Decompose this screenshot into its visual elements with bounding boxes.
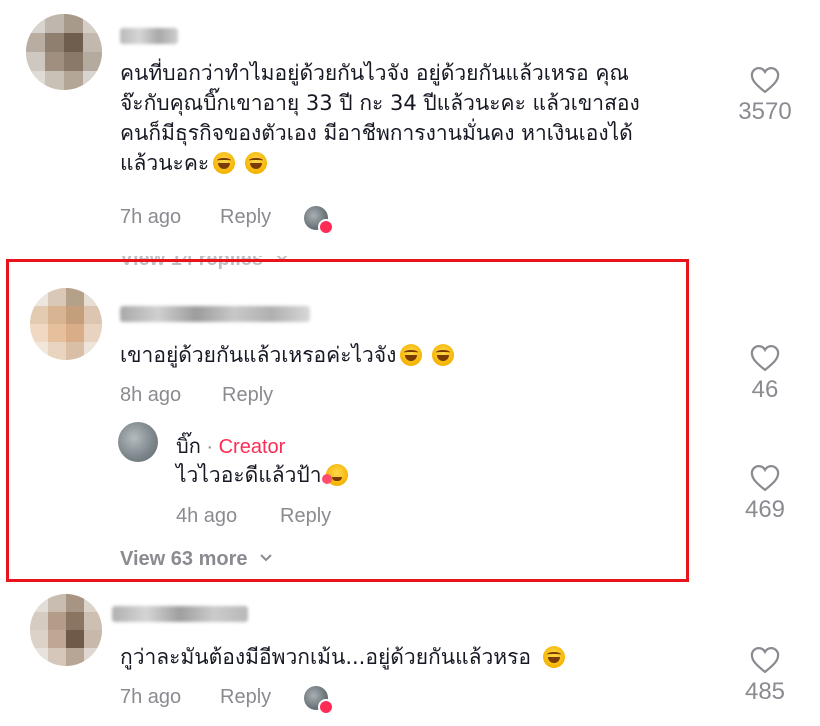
creator-name[interactable]: บิ๊ก (176, 434, 201, 458)
heart-outline-icon[interactable] (750, 646, 780, 674)
view-more-button[interactable]: View 63 more (120, 548, 273, 571)
heart-outline-icon[interactable] (750, 344, 780, 372)
reply-timestamp: 4h ago (176, 505, 238, 527)
smiling-face-with-hearts-icon (321, 464, 348, 486)
face-with-tears-of-joy-icon (400, 344, 423, 366)
chevron-down-icon (260, 554, 272, 562)
face-with-tears-of-joy-icon (543, 646, 566, 668)
reply-button[interactable]: Reply (220, 686, 271, 709)
highlight-box (6, 259, 689, 582)
reply-button[interactable]: Reply (220, 206, 271, 229)
heart-outline-icon[interactable] (750, 66, 780, 94)
heart-outline-icon[interactable] (750, 464, 780, 492)
reply-button[interactable]: Reply (280, 505, 331, 528)
reply-text: ไวไวอะดีแล้วป้า (176, 460, 348, 490)
reply-author-line: บิ๊ก · Creator (176, 430, 285, 462)
commenter-avatar[interactable] (30, 288, 102, 360)
comment-text: กูว่าละมันต้องมีอีพวกเม้น...อยู่ด้วยกันแ… (120, 642, 566, 672)
comment-timestamp: 8h ago (120, 384, 182, 406)
commenter-username-blurred[interactable] (120, 306, 310, 322)
like-control[interactable]: 469 (730, 464, 800, 524)
commenter-username-blurred[interactable] (112, 606, 248, 622)
commenter-username-blurred[interactable] (120, 28, 178, 44)
comment-timestamp: 7h ago (120, 206, 182, 228)
like-count: 3570 (738, 98, 792, 125)
creator-badge: Creator (218, 436, 286, 458)
creator-liked-badge-icon (318, 699, 334, 715)
commenter-avatar[interactable] (26, 14, 102, 90)
like-count: 469 (744, 496, 786, 523)
like-control[interactable]: 3570 (730, 66, 800, 126)
creator-avatar[interactable] (118, 422, 158, 462)
comment-text: คนที่บอกว่าทำไมอยู่ด้วยกันไวจัง อยู่ด้วย… (120, 61, 640, 175)
creator-liked-badge-icon (318, 219, 334, 235)
separator: · (200, 436, 219, 458)
like-control[interactable]: 485 (730, 646, 800, 706)
reply-button[interactable]: Reply (222, 384, 273, 407)
comment-thread: คนที่บอกว่าทำไมอยู่ด้วยกันไวจัง อยู่ด้วย… (0, 0, 820, 726)
commenter-avatar[interactable] (30, 594, 102, 666)
comment-text: เขาอยู่ด้วยกันแล้วเหรอค่ะไวจัง (120, 340, 455, 370)
like-control[interactable]: 46 (730, 344, 800, 404)
face-with-tears-of-joy-icon (213, 152, 236, 174)
face-with-tears-of-joy-icon (432, 344, 455, 366)
comment-timestamp: 7h ago (120, 686, 182, 708)
like-count: 46 (751, 376, 779, 403)
like-count: 485 (744, 678, 786, 705)
face-with-tears-of-joy-icon (245, 152, 268, 174)
